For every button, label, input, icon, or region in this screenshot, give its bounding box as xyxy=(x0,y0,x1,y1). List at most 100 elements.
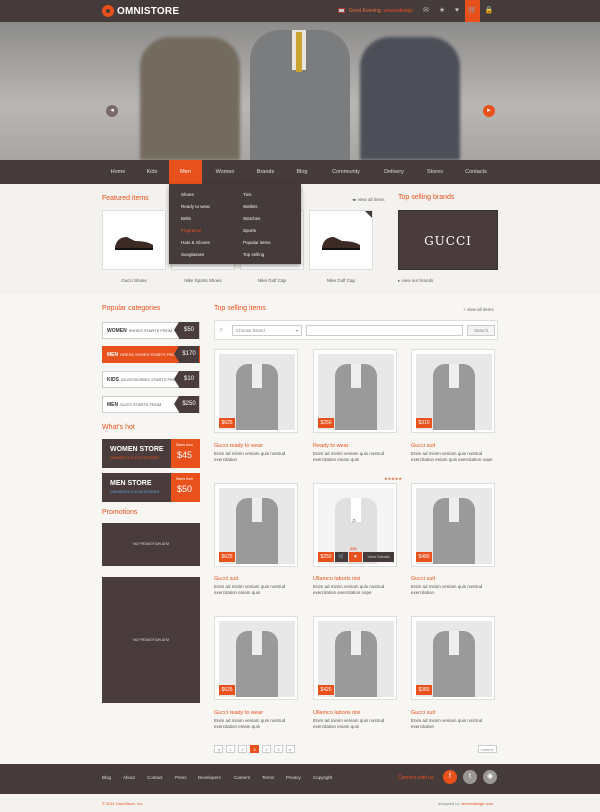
footer-link[interactable]: Terms xyxy=(262,775,274,780)
view-details-button[interactable]: View Details xyxy=(363,552,394,562)
featured-card[interactable] xyxy=(309,210,373,270)
category-item[interactable]: KIDS ACCESSORIES STARTS FROM $10 xyxy=(102,371,200,388)
chat-icon[interactable]: ✉ xyxy=(420,5,432,17)
zoom-icon[interactable]: ⌕ xyxy=(352,516,356,526)
nav-men[interactable]: Men xyxy=(169,160,202,186)
product-title[interactable]: Gucci ready to wear xyxy=(214,710,263,716)
nav-home[interactable]: Home xyxy=(103,160,133,184)
footer-link[interactable]: Contact xyxy=(147,775,163,780)
nav-delivery[interactable]: Delivery xyxy=(376,160,412,184)
search-button[interactable]: Search xyxy=(467,325,495,336)
footer-link[interactable]: Careers xyxy=(234,775,250,780)
product-card[interactable]: $420 xyxy=(313,616,397,700)
facebook-icon[interactable]: f xyxy=(443,770,457,784)
nav-women[interactable]: Women xyxy=(207,160,243,184)
brand-logo-gucci[interactable]: GUCCI xyxy=(398,210,498,270)
nav-community[interactable]: Community xyxy=(325,160,367,184)
category-item-active[interactable]: MEN DRESS SHOES STARTS FROM $170 xyxy=(102,346,200,363)
product-card[interactable]: $625 xyxy=(214,483,298,567)
pager-page[interactable]: 4 xyxy=(262,745,271,753)
nav-contacts[interactable]: Contacts xyxy=(458,160,494,184)
search-input[interactable] xyxy=(306,325,463,336)
view-all-featured-link[interactable]: ◂▸ view all items xyxy=(352,197,385,203)
more-button[interactable]: more ▸ xyxy=(478,745,497,753)
men-store-banner[interactable]: MEN STORE GARMENTS & ACCESSORIES Starts … xyxy=(102,473,200,502)
footer-link[interactable]: Developers xyxy=(198,775,221,780)
username-link[interactable]: vervesdesign xyxy=(383,8,412,14)
category-item[interactable]: MEN SUITS STARTS FROM $250 xyxy=(102,396,200,413)
women-store-banner[interactable]: WOMEN STORE GARMENTS & ACCESSORIES Start… xyxy=(102,439,200,468)
cart-icon[interactable]: 🛒 xyxy=(335,552,348,562)
dropdown-item[interactable]: Sunglasses xyxy=(181,252,204,257)
pager-page[interactable]: 1 xyxy=(226,745,235,753)
prev-slide-button[interactable]: ◂ xyxy=(106,105,118,117)
dropdown-item[interactable]: Watches xyxy=(243,216,260,221)
pager-prev[interactable]: ◂ xyxy=(214,745,223,753)
featured-label[interactable]: Nike Golf Cap xyxy=(309,278,373,283)
product-card[interactable]: $480 xyxy=(411,483,495,567)
promotion-slot: NO PROMOTION ATM xyxy=(102,577,200,703)
nav-blog[interactable]: Blog xyxy=(288,160,316,184)
product-card[interactable]: $250 xyxy=(313,349,397,433)
heart-icon[interactable]: ♥ xyxy=(451,5,463,17)
nav-kids[interactable]: Kids xyxy=(138,160,166,184)
product-card[interactable]: $310 xyxy=(411,349,495,433)
category-item[interactable]: WOMEN SHOES STARTS FROM $50 xyxy=(102,322,200,339)
connect-label: Connect with us xyxy=(398,775,434,781)
view-all-top-link[interactable]: + view all items xyxy=(463,307,494,312)
categories-title: Popular categories xyxy=(102,305,161,312)
featured-label[interactable]: Nike Sports Shoes xyxy=(171,278,235,283)
view-brands-link[interactable]: ▸ view our brands xyxy=(398,278,433,284)
product-card-hover[interactable]: ⌕ $$$ $250 🛒 ♥ View Details xyxy=(313,483,397,567)
brand-select[interactable]: Choose Brand ▾ xyxy=(232,325,302,336)
pager-page[interactable]: 5 xyxy=(274,745,283,753)
pager-next[interactable]: ▸ xyxy=(286,745,295,753)
heart-icon[interactable]: ♥ xyxy=(349,552,362,562)
hero-model-right xyxy=(360,37,460,160)
dropdown-item[interactable]: Ready to wear xyxy=(181,204,210,209)
chevron-down-icon: ▾ xyxy=(295,328,298,333)
product-card[interactable]: $380 xyxy=(411,616,495,700)
dropdown-item[interactable]: Sports xyxy=(243,228,256,233)
featured-label[interactable]: Gucci Shoes xyxy=(102,278,166,283)
dropdown-item[interactable]: Wallets xyxy=(243,204,258,209)
product-title[interactable]: Gucci ready to wear xyxy=(214,443,263,449)
star-icon[interactable]: ★ xyxy=(436,5,448,17)
product-title[interactable]: Ullamco laboris nisi xyxy=(313,576,360,582)
logo[interactable]: OMNISTORE xyxy=(102,5,179,17)
rss-icon[interactable]: ◉ xyxy=(483,770,497,784)
nav-brands[interactable]: Brands xyxy=(249,160,282,184)
designer-link[interactable]: vervesdesign.com xyxy=(461,801,493,806)
product-title[interactable]: Gucci suit xyxy=(411,443,435,449)
dropdown-item[interactable]: Shoes xyxy=(181,192,194,197)
dropdown-item[interactable]: Popular items xyxy=(243,240,271,245)
footer-link[interactable]: Copyright xyxy=(313,775,332,780)
product-title[interactable]: Gucci suit xyxy=(411,576,435,582)
cart-icon[interactable]: 🛒 xyxy=(465,0,480,22)
shoe-image xyxy=(322,237,360,250)
footer-link[interactable]: About xyxy=(123,775,135,780)
nav-stores[interactable]: Stores xyxy=(420,160,450,184)
next-slide-button[interactable]: ▸ xyxy=(483,105,495,117)
featured-card[interactable] xyxy=(102,210,166,270)
product-card[interactable]: $625 xyxy=(214,616,298,700)
dropdown-item[interactable]: Top selling xyxy=(243,252,264,257)
product-title[interactable]: Ready to wear xyxy=(313,443,348,449)
pager-page-current[interactable]: 3 xyxy=(250,745,259,753)
featured-label[interactable]: Nike Golf Cap xyxy=(240,278,304,283)
product-title[interactable]: Ullamco laboris nisi xyxy=(313,710,360,716)
dropdown-item[interactable]: Ties xyxy=(243,192,251,197)
footer-link[interactable]: Blog xyxy=(102,775,111,780)
lock-icon[interactable]: 🔒 xyxy=(483,5,495,17)
footer-link[interactable]: Press xyxy=(175,775,187,780)
dropdown-item[interactable]: Belts xyxy=(181,216,191,221)
product-title[interactable]: Gucci suit xyxy=(214,576,238,582)
footer-link[interactable]: Privacy xyxy=(286,775,301,780)
pager-page[interactable]: 2 xyxy=(238,745,247,753)
dropdown-item-active[interactable]: Fragrance xyxy=(181,228,202,233)
product-card[interactable]: $625 xyxy=(214,349,298,433)
flag-icon[interactable] xyxy=(338,8,345,14)
dropdown-item[interactable]: Hats & Gloves xyxy=(181,240,210,245)
product-title[interactable]: Gucci suit xyxy=(411,710,435,716)
twitter-icon[interactable]: t xyxy=(463,770,477,784)
